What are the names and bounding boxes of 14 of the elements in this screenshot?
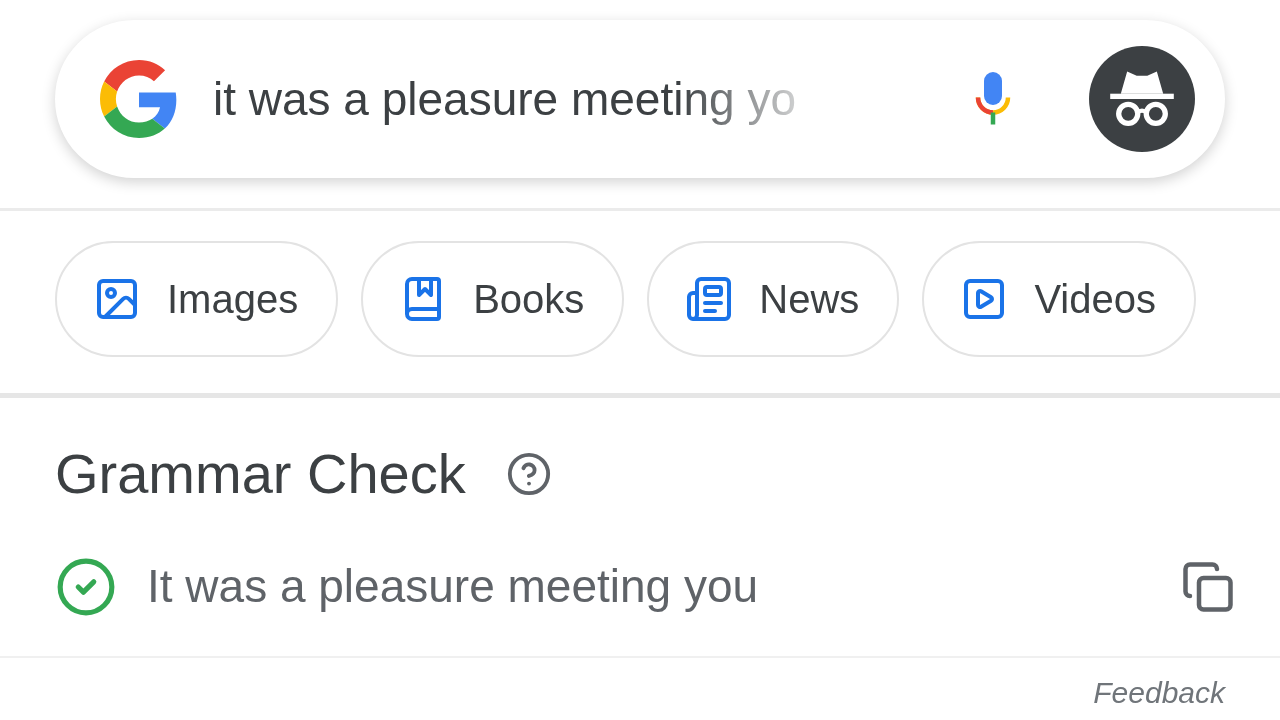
copy-icon[interactable] — [1181, 559, 1235, 614]
help-icon[interactable] — [505, 451, 552, 497]
filter-chip[interactable]: Books — [361, 241, 625, 357]
logo-icon — [100, 60, 178, 138]
search-bar[interactable]: it was a pleasure meeting yo — [55, 20, 1225, 178]
search-field[interactable]: it was a pleasure meeting yo — [213, 64, 796, 134]
filter-chip[interactable]: News — [647, 241, 900, 357]
corrected-sentence: It was a pleasure meeting you — [147, 559, 759, 614]
filter-chip[interactable]: Images — [55, 241, 339, 357]
feedback-link[interactable]: Feedback — [1093, 670, 1225, 715]
newspaper-icon — [685, 275, 734, 323]
section-title: Grammar Check — [55, 446, 466, 502]
filter-chip[interactable]: Videos — [922, 241, 1196, 357]
incognito-icon[interactable] — [1089, 46, 1195, 152]
